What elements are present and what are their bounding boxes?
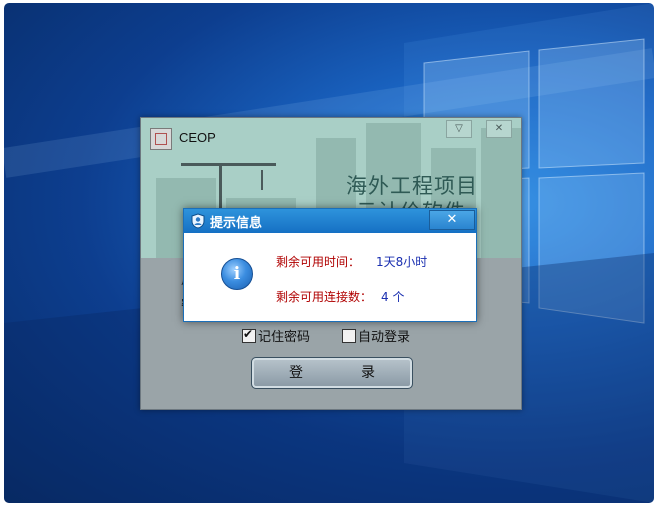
login-button[interactable]: 登 录 [251, 357, 413, 389]
auto-login-checkbox[interactable]: 自动登录 [342, 326, 410, 345]
user-shield-icon [191, 213, 205, 229]
remember-password-label: 记住密码 [258, 330, 311, 345]
close-window-button[interactable]: ✕ [486, 120, 512, 138]
checkbox-unchecked-icon[interactable] [342, 328, 356, 343]
app-logo [150, 128, 172, 150]
remaining-connections-value: 4 个 [381, 290, 405, 304]
dialog-close-button[interactable]: ✕ [429, 210, 475, 230]
auto-login-label: 自动登录 [358, 330, 411, 345]
checkbox-checked-icon[interactable] [242, 327, 256, 343]
app-name: CEOP [179, 130, 216, 145]
remaining-time-label: 剩余可用时间： [276, 255, 361, 269]
remaining-connections-label: 剩余可用连接数： [276, 290, 373, 304]
remaining-time-value: 1天8小时 [376, 255, 428, 269]
menu-button[interactable]: ▽ [446, 120, 472, 138]
building [481, 128, 521, 258]
info-dialog: 提示信息 ✕ i 剩余可用时间： 1天8小时 剩余可用连接数： 4 个 [183, 208, 477, 322]
dialog-title: 提示信息 [210, 216, 263, 231]
crane-arm [181, 163, 276, 166]
crane-hook [261, 170, 263, 190]
dialog-titlebar: 提示信息 ✕ [184, 209, 476, 233]
remember-password-checkbox[interactable]: 记住密码 [242, 326, 310, 345]
info-icon: i [221, 258, 253, 290]
